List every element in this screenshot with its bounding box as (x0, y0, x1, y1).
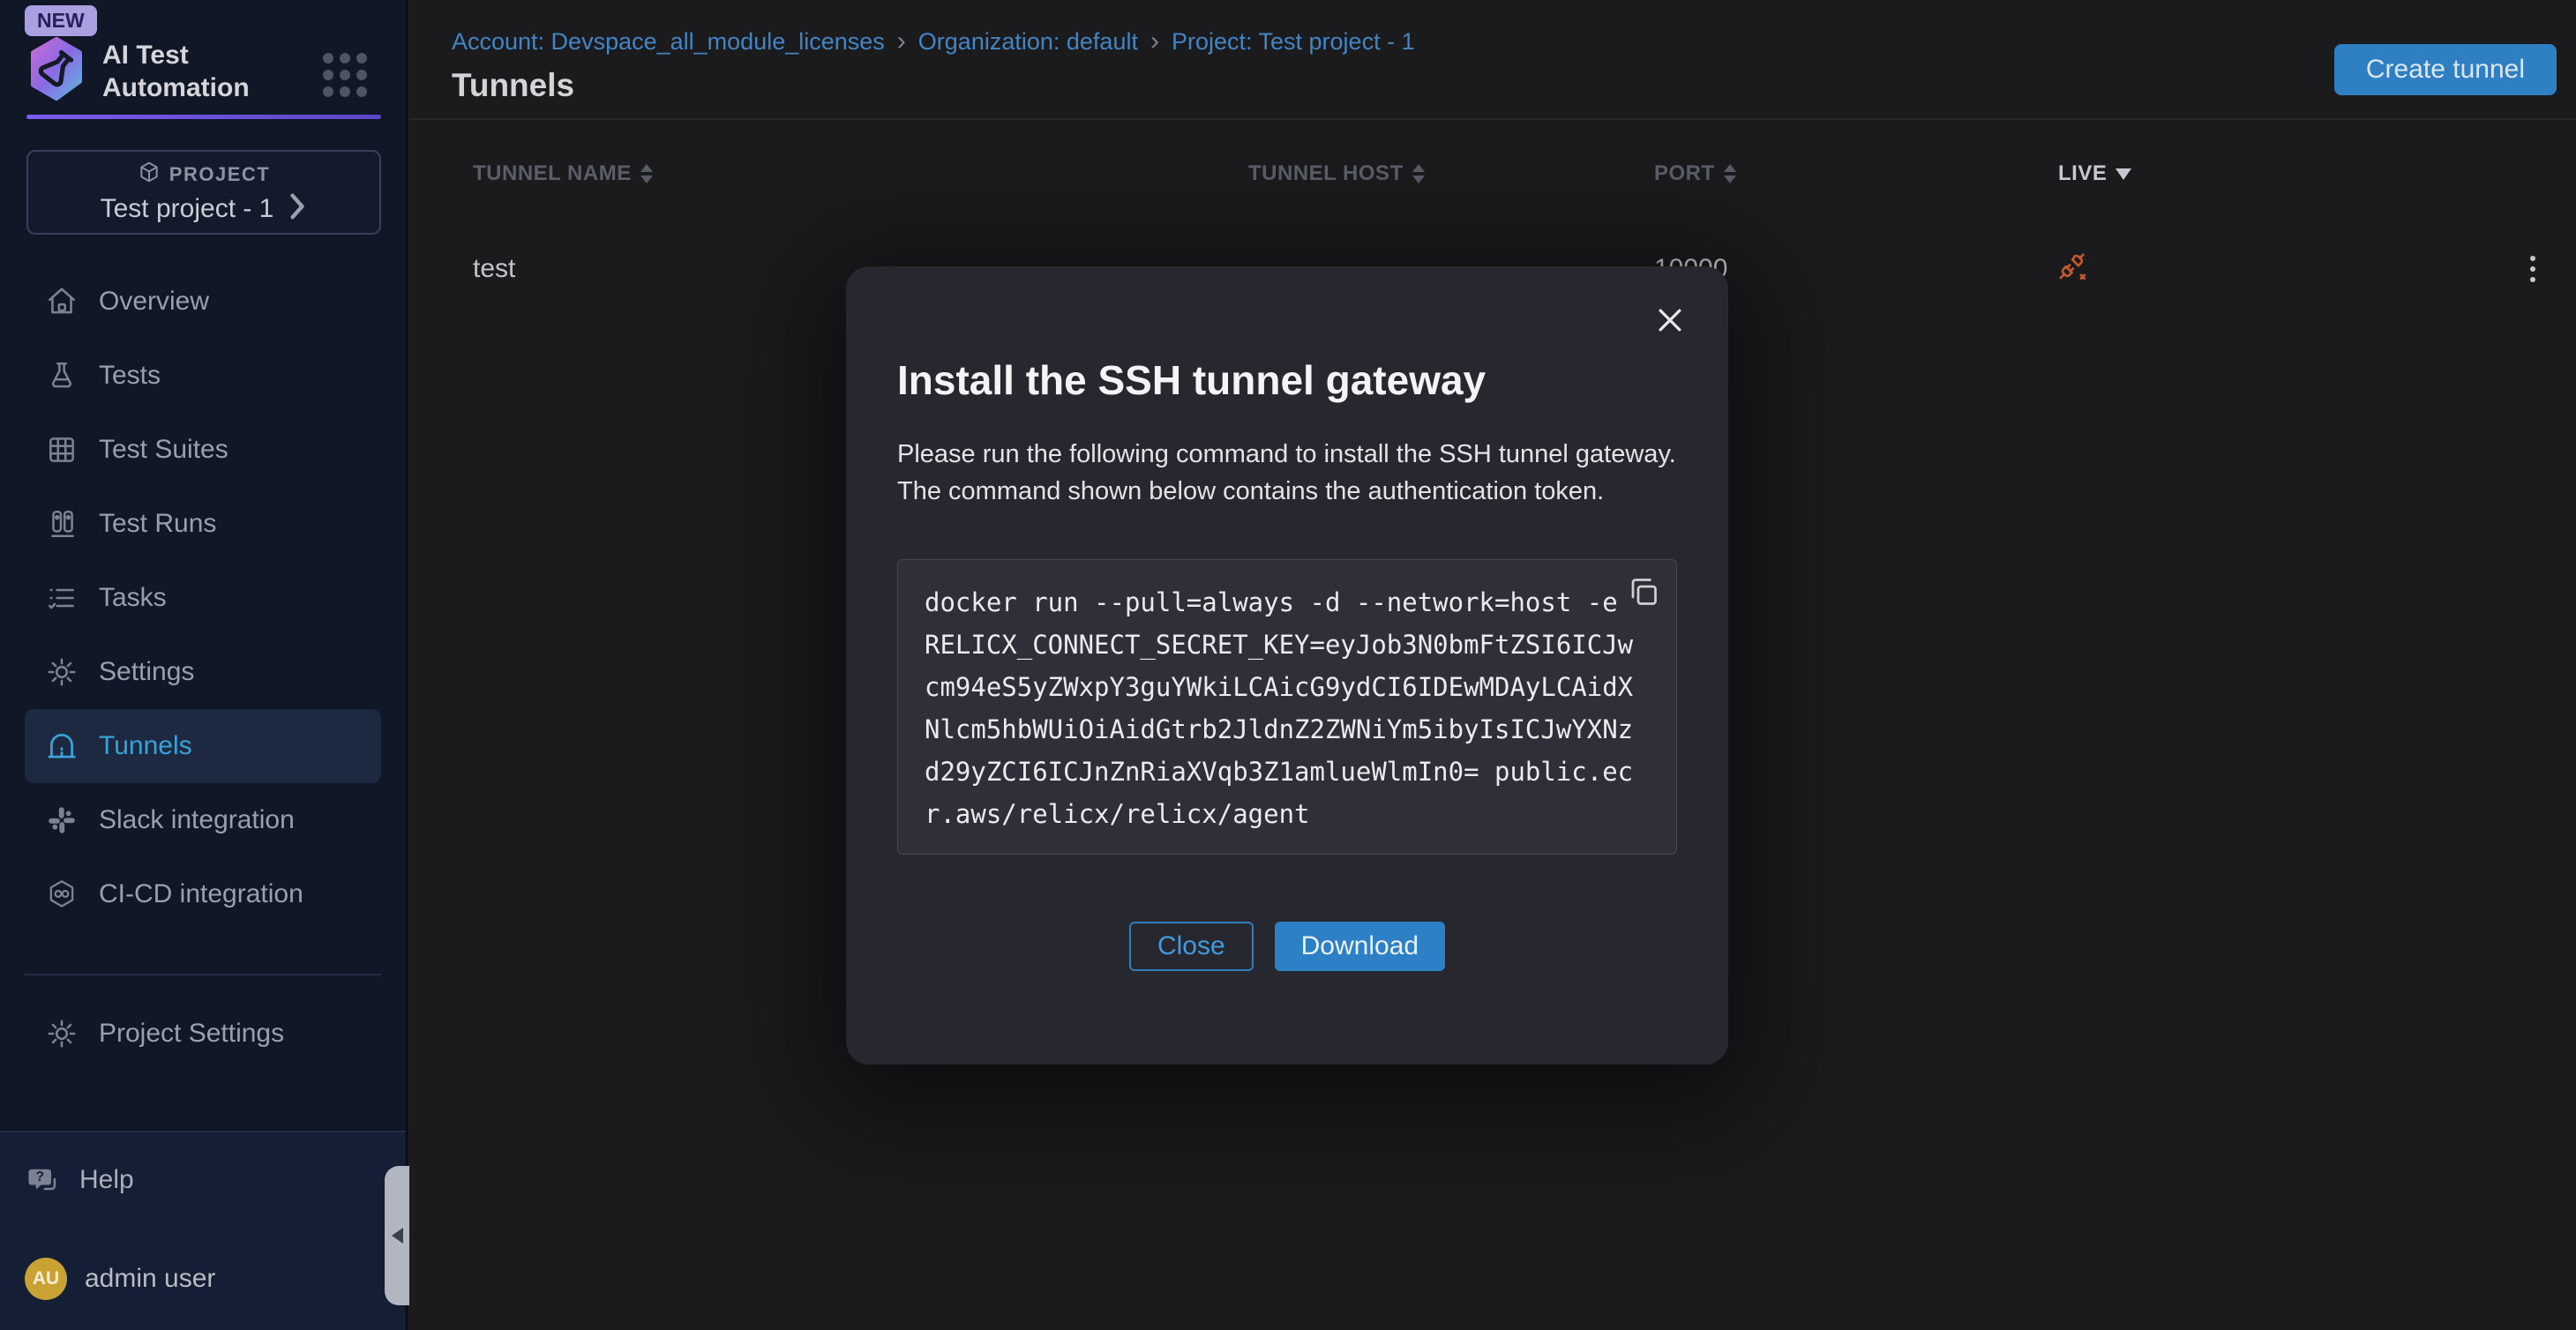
brand-divider (26, 115, 381, 119)
sidebar-item-overview[interactable]: Overview (25, 265, 381, 339)
breadcrumb-separator: › (897, 26, 906, 56)
code-line: cm94eS5yZWxpY3guYWkiLCAicG9ydCI6IDEwMDAy… (925, 666, 1650, 708)
sidebar-item-label: Tests (99, 361, 161, 391)
project-label: PROJECT (169, 163, 270, 186)
sidebar-nav: Overview Tests Test Suites (0, 265, 406, 1071)
cicd-hexagon-icon (44, 877, 79, 912)
project-value: Test project - 1 (101, 194, 274, 224)
tunnel-icon (44, 729, 79, 764)
table-header-row: TUNNEL NAME TUNNEL HOST PORT LIVE (473, 120, 2541, 228)
new-badge: NEW (25, 5, 97, 36)
sidebar-item-tasks[interactable]: Tasks (25, 561, 381, 635)
copy-command-button[interactable] (1623, 572, 1664, 613)
gear-icon (44, 654, 79, 690)
close-icon (1653, 303, 1687, 340)
collapse-left-icon (392, 1228, 403, 1244)
help-chat-icon: ? (25, 1162, 60, 1198)
breadcrumb-organization[interactable]: Organization: default (918, 28, 1138, 56)
sort-icon (1412, 164, 1425, 183)
sort-icon (1724, 164, 1736, 183)
sidebar-item-test-runs[interactable]: Test Runs (25, 487, 381, 561)
app-name: AI Test Automation (102, 39, 250, 104)
help-button[interactable]: ? Help (25, 1162, 134, 1198)
docker-command-code-block: docker run --pull=always -d --network=ho… (897, 559, 1677, 855)
apps-grid-icon[interactable] (323, 53, 367, 97)
breadcrumb-separator: › (1150, 26, 1159, 56)
sidebar-item-label: Test Runs (99, 509, 216, 539)
chevron-right-icon (288, 193, 307, 224)
home-icon (44, 284, 79, 319)
user-menu[interactable]: AU admin user (25, 1258, 215, 1300)
svg-text:?: ? (35, 1169, 44, 1184)
slack-icon (44, 803, 79, 838)
create-tunnel-button[interactable]: Create tunnel (2334, 44, 2557, 95)
code-line: docker run --pull=always -d --network=ho… (925, 581, 1650, 624)
cube-icon (138, 161, 161, 188)
columns-icon (44, 506, 79, 542)
sidebar-item-cicd-integration[interactable]: CI-CD integration (25, 857, 381, 931)
code-line: Nlcm5hbWUiOiAidGtrb2JldnZ2ZWNiYm5ibyIsIC… (925, 708, 1650, 751)
header-live[interactable]: LIVE (2058, 161, 2502, 186)
table-grid-icon (44, 432, 79, 467)
header-tunnel-host[interactable]: TUNNEL HOST (1248, 161, 1654, 186)
header-port[interactable]: PORT (1654, 161, 2058, 186)
sidebar-item-tunnels[interactable]: Tunnels (25, 709, 381, 783)
help-label: Help (79, 1165, 134, 1195)
sidebar-item-label: Slack integration (99, 805, 295, 835)
breadcrumb-account[interactable]: Account: Devspace_all_module_licenses (452, 28, 885, 56)
sidebar-item-settings[interactable]: Settings (25, 635, 381, 709)
sidebar-item-slack-integration[interactable]: Slack integration (25, 783, 381, 857)
sidebar-item-label: Tasks (99, 583, 167, 613)
sidebar-item-label: CI-CD integration (99, 879, 303, 909)
user-name: admin user (85, 1264, 215, 1294)
sidebar-item-label: Test Suites (99, 435, 228, 465)
gear-icon (44, 1016, 79, 1051)
sidebar-item-label: Tunnels (99, 731, 192, 761)
avatar: AU (25, 1258, 67, 1300)
tunnel-live-cell (2058, 252, 2502, 287)
app-logo-icon (26, 37, 86, 105)
unplugged-icon (2058, 271, 2088, 286)
sort-desc-icon (2115, 168, 2131, 180)
page-title: Tunnels (452, 67, 574, 104)
code-line: RELICX_CONNECT_SECRET_KEY=eyJob3N0bmFtZS… (925, 624, 1650, 666)
flask-icon (44, 358, 79, 393)
sidebar: NEW AI Test Automation (0, 0, 408, 1330)
topbar: Account: Devspace_all_module_licenses › … (409, 0, 2576, 120)
modal-download-button[interactable]: Download (1275, 922, 1445, 971)
modal-description: Please run the following command to inst… (897, 436, 1677, 510)
modal-title: Install the SSH tunnel gateway (897, 356, 1677, 404)
sidebar-item-tests[interactable]: Tests (25, 339, 381, 413)
copy-icon (1628, 576, 1659, 610)
row-menu-kebab-icon[interactable] (2525, 250, 2541, 288)
breadcrumb-project[interactable]: Project: Test project - 1 (1172, 28, 1415, 56)
modal-close-button[interactable] (1651, 302, 1689, 340)
sidebar-item-test-suites[interactable]: Test Suites (25, 413, 381, 487)
sidebar-item-label: Settings (99, 657, 194, 687)
sidebar-item-label: Project Settings (99, 1019, 284, 1049)
modal-close-action-button[interactable]: Close (1129, 922, 1254, 971)
project-selector[interactable]: PROJECT Test project - 1 (26, 150, 381, 235)
sidebar-collapse-handle[interactable] (385, 1166, 409, 1305)
code-line: d29yZCI6ICJnZnRiaXVqb3Z1amlueWlmIn0= pub… (925, 751, 1650, 793)
task-list-icon (44, 580, 79, 616)
sidebar-item-label: Overview (99, 287, 209, 317)
sidebar-divider (25, 974, 381, 975)
sort-icon (640, 164, 653, 183)
header-tunnel-name[interactable]: TUNNEL NAME (473, 161, 1248, 186)
modal-actions: Close Download (897, 922, 1677, 971)
sidebar-footer: ? Help AU admin user (0, 1131, 406, 1330)
breadcrumb: Account: Devspace_all_module_licenses › … (452, 26, 1415, 56)
sidebar-item-project-settings[interactable]: Project Settings (25, 997, 381, 1071)
code-line: r.aws/relicx/relicx/agent (925, 793, 1650, 835)
app-logo-row: AI Test Automation (26, 37, 250, 105)
install-ssh-gateway-modal: Install the SSH tunnel gateway Please ru… (846, 266, 1728, 1065)
